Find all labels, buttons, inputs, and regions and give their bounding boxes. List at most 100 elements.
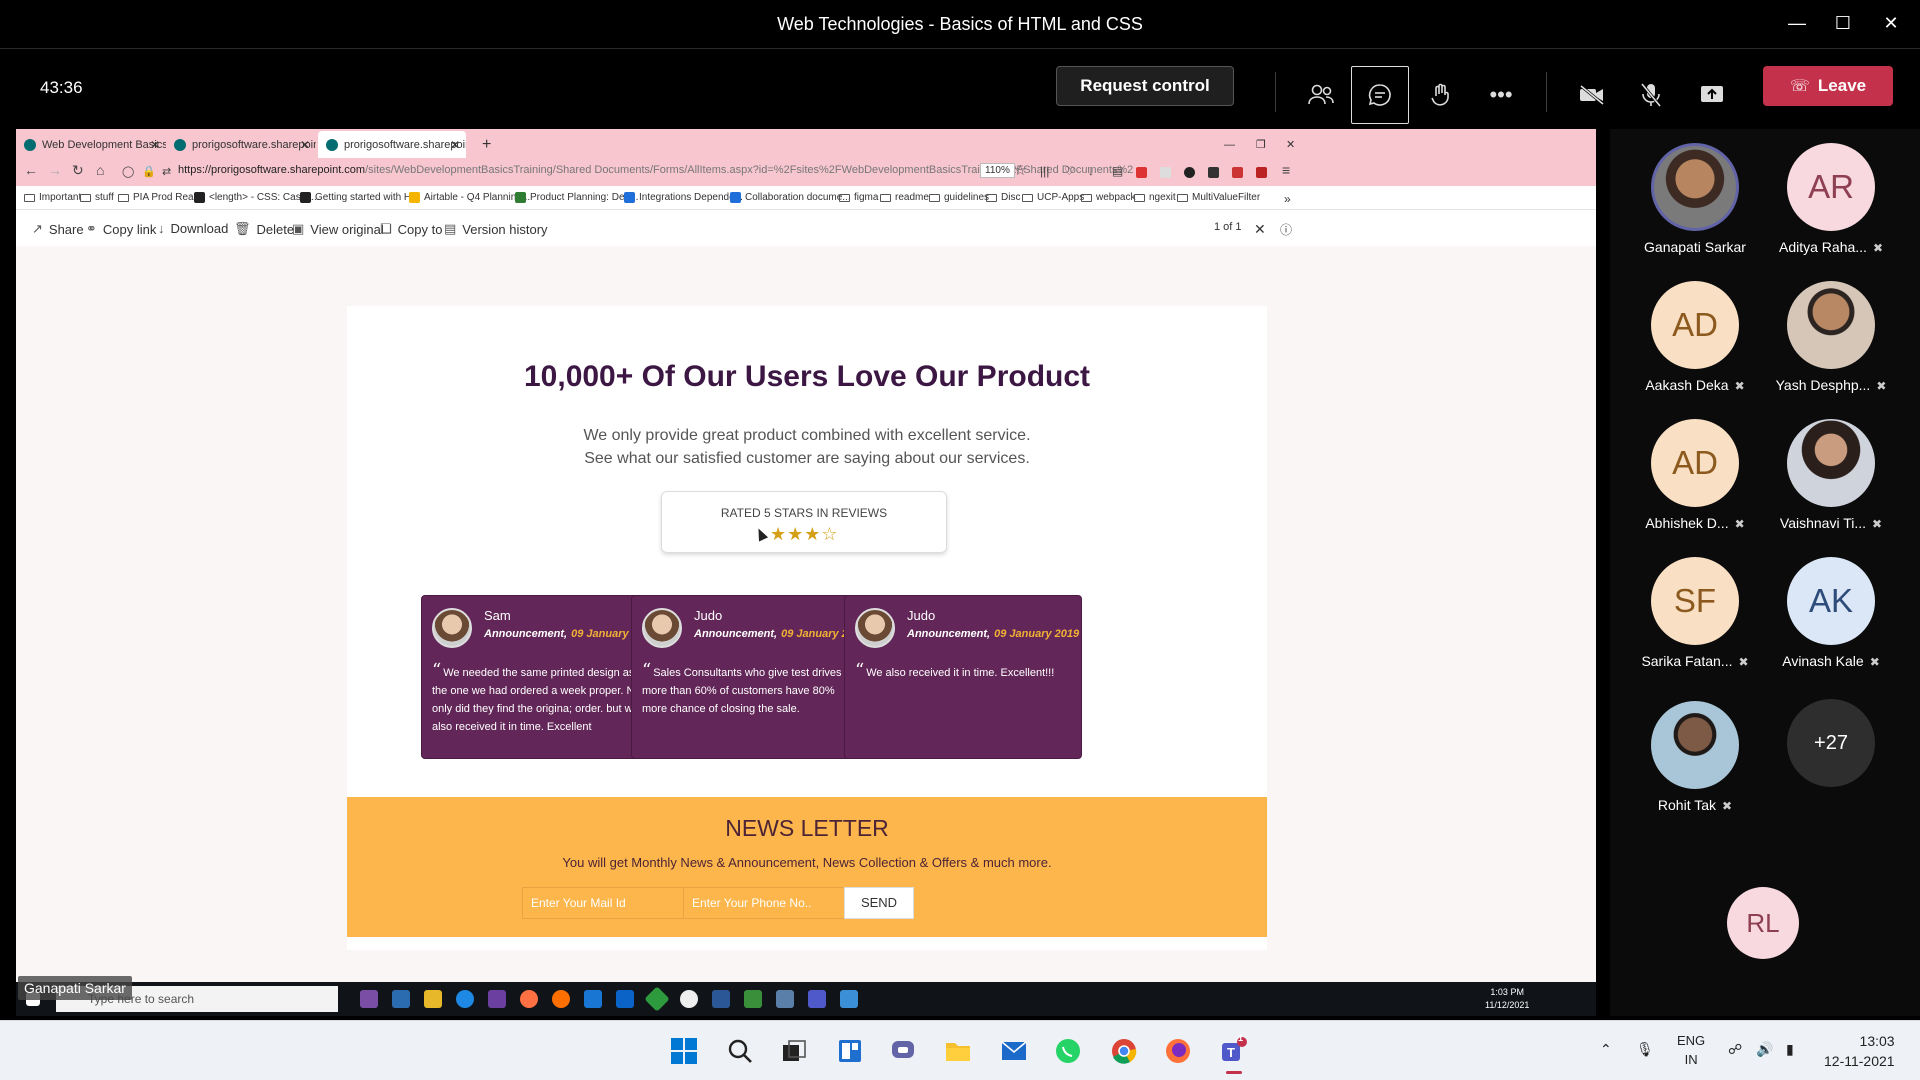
participant-tile[interactable]: AD Abhishek D... ✖ [1630,419,1760,531]
permissions-icon[interactable]: ⇄ [162,165,171,178]
search-icon[interactable] [724,1035,756,1067]
more-options-icon[interactable]: ••• [1472,66,1530,124]
close-button[interactable]: ✕ [1876,10,1906,36]
bookmarks-overflow-icon[interactable]: » [1284,192,1291,206]
app-icon[interactable] [840,990,858,1008]
close-tab-icon[interactable]: ✕ [450,138,460,152]
new-tab-icon[interactable]: + [474,131,494,158]
participants-icon[interactable] [1292,66,1350,124]
browser-close-icon[interactable]: ✕ [1278,131,1298,158]
participant-tile[interactable]: AR Aditya Raha... ✖ [1766,143,1896,255]
volume-icon[interactable]: 🔊 [1756,1041,1773,1058]
chrome-icon[interactable] [680,990,698,1008]
download-icon[interactable]: ↓ [1088,164,1094,178]
participant-tile[interactable]: Rohit Tak ✖ [1630,701,1760,813]
battery-icon[interactable]: ▮ [1786,1041,1794,1058]
network-icon[interactable]: ☍ [1728,1041,1742,1058]
leave-button[interactable]: ☏ Leave [1763,66,1893,106]
browser-restore-icon[interactable]: ❐ [1248,131,1268,158]
star-filled-icon[interactable]: ★ [804,524,821,544]
chrome-icon[interactable] [1108,1035,1140,1067]
vscode-icon[interactable] [584,990,602,1008]
browser-tab[interactable]: Web Development Basics Traini ✕ [16,131,166,158]
sidebar-icon[interactable]: ▤ [1112,164,1123,178]
outlook-icon[interactable] [616,990,634,1008]
more-participants-button[interactable]: +27 [1766,699,1896,787]
mic-off-icon[interactable] [1622,66,1680,124]
shield-icon[interactable]: ◯ [122,165,134,178]
extension-icon[interactable] [1256,167,1267,178]
word-icon[interactable] [712,990,730,1008]
firefox-icon[interactable] [520,990,538,1008]
git-icon[interactable] [644,986,670,1012]
phone-field[interactable]: Enter Your Phone No.. [683,887,863,919]
participant-tile[interactable]: AK Avinash Kale ✖ [1766,557,1896,669]
lock-icon[interactable]: 🔒 [142,165,156,178]
bookmark-item[interactable]: ngexit [1134,192,1176,203]
bookmark-item[interactable]: Getting started with H... [300,192,420,203]
postman-icon[interactable] [552,990,570,1008]
participant-tile[interactable]: Yash Desphp... ✖ [1766,281,1896,393]
file-explorer-icon[interactable] [424,990,442,1008]
forward-icon[interactable]: → [48,162,62,178]
address-bar[interactable]: https://prorigosoftware.sharepoint.com/s… [178,164,1178,176]
extension-icon[interactable] [1184,167,1195,178]
library-icon[interactable]: ||| [1040,164,1049,178]
participant-tile[interactable]: Vaishnavi Ti... ✖ [1766,419,1896,531]
view-original-button[interactable]: ▣ View original [292,221,384,237]
close-tab-icon[interactable]: ✕ [300,138,310,152]
extension-icon[interactable] [1160,167,1171,178]
bookmark-item[interactable]: Product Planning: Dep... [515,192,638,203]
bookmark-item[interactable]: figma [839,192,878,203]
teams-icon[interactable]: T 1 [1218,1033,1250,1074]
participant-tile[interactable]: SF Sarika Fatan... ✖ [1630,557,1760,669]
bookmark-item[interactable]: PIA Prod Ready [118,192,204,203]
bookmark-item[interactable]: readme [880,192,929,203]
star-filled-icon[interactable]: ★ [787,524,804,544]
participant-tile[interactable]: Ganapati Sarkar [1630,143,1760,255]
browser-minimize-icon[interactable]: — [1216,131,1236,158]
file-explorer-icon[interactable] [942,1035,974,1067]
star-rating[interactable]: ★★★☆ [770,524,839,545]
bookmark-item[interactable]: MultiValueFilter [1177,192,1260,203]
bookmark-item[interactable]: Important [24,192,81,203]
maximize-button[interactable]: ☐ [1828,10,1858,36]
bookmark-item[interactable]: Collaboration docume... [730,192,851,203]
bookmark-item[interactable]: UCP-Apps [1022,192,1084,203]
version-history-button[interactable]: ▤ Version history [444,221,548,237]
send-button[interactable]: SEND [844,887,914,919]
browser-tab[interactable]: prorigosoftware.sharepoint.com ✕ [166,131,316,158]
microphone-icon[interactable]: 🎙 [1636,1041,1654,1058]
close-tab-icon[interactable]: ✕ [150,138,160,152]
extension-icon[interactable] [1136,167,1147,178]
widgets-icon[interactable] [834,1035,866,1067]
windows-start-icon[interactable] [668,1035,700,1067]
chat-icon[interactable] [1351,66,1409,124]
task-view-icon[interactable] [778,1035,810,1067]
download-button[interactable]: ↓ Download [158,221,228,236]
participant-tile[interactable]: AD Aakash Deka ✖ [1630,281,1760,393]
share-button[interactable]: ↗ Share [32,221,84,237]
delete-button[interactable]: 🗑 Delete [234,221,294,237]
extension-icon[interactable] [1208,167,1219,178]
visual-studio-icon[interactable] [360,990,378,1008]
star-empty-icon[interactable]: ☆ [821,524,838,544]
task-view-icon[interactable] [392,990,410,1008]
zoom-level[interactable]: 110% [980,163,1015,178]
tray-overflow-icon[interactable]: ⌃ [1600,1041,1612,1058]
bookmark-item[interactable]: Airtable - Q4 Planning... [409,192,530,203]
extension-icon[interactable] [1232,167,1243,178]
edge-icon[interactable] [456,990,474,1008]
request-control-button[interactable]: Request control [1056,66,1234,106]
visual-studio-icon[interactable] [488,990,506,1008]
star-filled-icon[interactable]: ★ [770,524,787,544]
whatsapp-icon[interactable] [1052,1035,1084,1067]
app-icon[interactable] [776,990,794,1008]
email-field[interactable]: Enter Your Mail Id [522,887,702,919]
system-clock[interactable]: 13:03 12-11-2021 [1824,1031,1895,1071]
raise-hand-icon[interactable] [1412,66,1470,124]
home-icon[interactable]: ⌂ [96,162,104,178]
mail-icon[interactable] [998,1035,1030,1067]
firefox-icon[interactable] [1162,1035,1194,1067]
back-icon[interactable]: ← [24,162,38,178]
